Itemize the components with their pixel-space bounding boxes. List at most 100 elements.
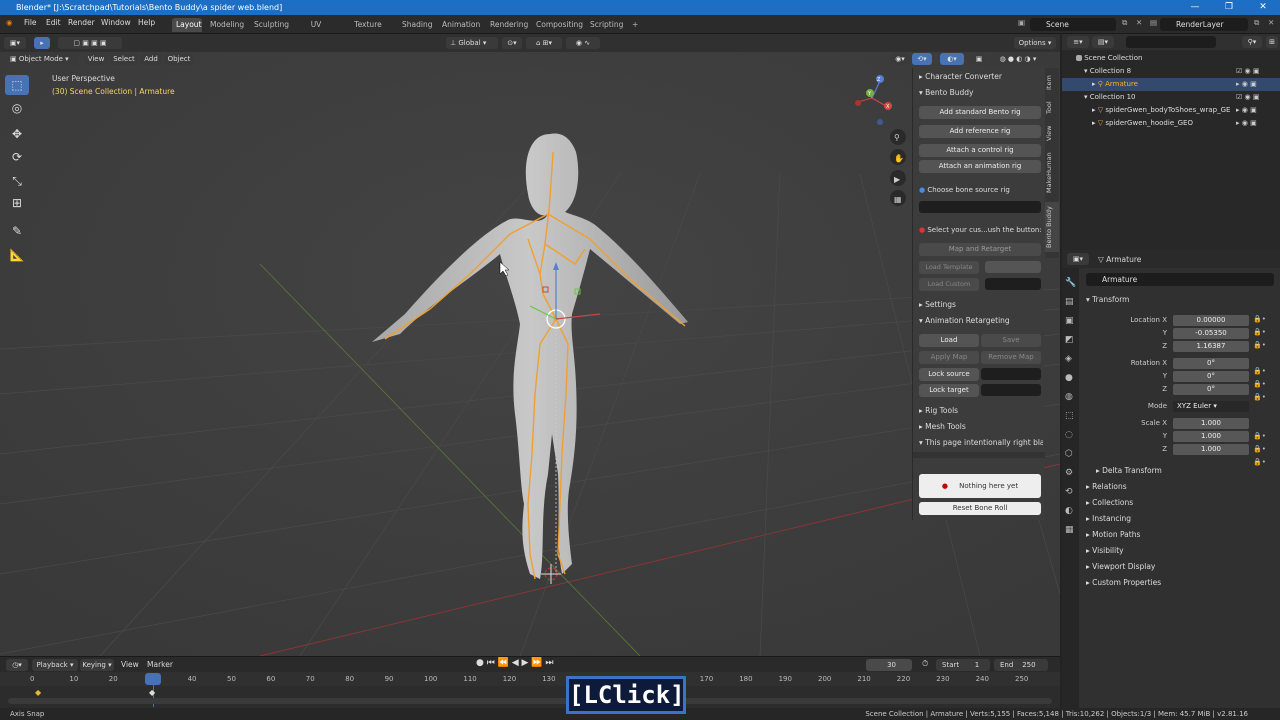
pan-hand-icon[interactable]: ✋ — [894, 153, 904, 163]
panel-relations[interactable]: ▸ Relations — [1086, 482, 1127, 491]
tab-bento-buddy[interactable]: Bento Buddy — [1045, 202, 1059, 252]
bone-source-field[interactable] — [919, 201, 1041, 213]
load-map-button[interactable]: Load — [919, 334, 979, 347]
ortho-grid-icon[interactable]: ▦ — [894, 195, 902, 204]
tab-makehuman[interactable]: MakeHuman — [1045, 148, 1059, 198]
3d-viewport[interactable]: Z X Y ⚲ ✋ ▶ ▦ — [0, 34, 1060, 656]
panel-collections[interactable]: ▸ Collections — [1086, 498, 1133, 507]
tab-item[interactable]: Item — [1045, 72, 1059, 94]
outliner-editor-icon[interactable]: ≡▾ — [1067, 36, 1089, 48]
attach-control-rig-button[interactable]: Attach a control rig — [919, 144, 1041, 157]
transform-orientation-select[interactable]: ⊥ Global ▾ — [446, 37, 498, 49]
new-collection-icon[interactable]: ⊞ — [1266, 36, 1278, 48]
outliner-row[interactable]: ▸ ▽ spiderGwen_hoodie_GEO — [1062, 117, 1212, 130]
reset-bone-roll-button[interactable]: Reset Bone Roll — [919, 502, 1041, 515]
panel-anim-retarget[interactable]: ▾ Animation Retargeting — [919, 316, 1010, 325]
tab-sculpting[interactable]: Sculpting — [250, 18, 290, 32]
visibility-icon[interactable]: ◉▾ — [890, 53, 910, 65]
menu-select[interactable]: Select — [110, 53, 138, 65]
panel-bento-buddy[interactable]: ▾ Bento Buddy — [919, 88, 973, 97]
tab-layout[interactable]: Layout — [172, 18, 202, 32]
scale-z-field[interactable]: 1.000 — [1173, 444, 1249, 455]
menu-render[interactable]: Render — [68, 18, 95, 27]
tab-view[interactable]: View — [1045, 122, 1059, 144]
lock-target-button[interactable]: Lock target — [919, 384, 979, 397]
editor-type-icon[interactable]: ▣▾ — [4, 37, 26, 49]
select-tool-icon[interactable]: ⬚ — [5, 75, 29, 95]
playhead[interactable] — [145, 673, 161, 685]
clock-icon[interactable]: ⏱ — [922, 659, 928, 669]
timeline-editor-icon[interactable]: ◷▾ — [6, 659, 28, 671]
playback-menu[interactable]: Playback ▾ — [32, 659, 78, 671]
gizmo-toggle-icon[interactable]: ⟲▾ — [912, 53, 932, 65]
camera-icon[interactable]: ▶ — [894, 175, 901, 184]
properties-tab-icons[interactable]: 🔧 ▤ ▣ ◩ ◈ ● ◍ ⬚ ◌ ⬡ ⚙ ⟲ ◐ ▦ — [1065, 274, 1076, 540]
load-custom-button[interactable]: Load Custom — [919, 278, 979, 291]
outliner-row[interactable]: Scene Collection — [1062, 52, 1280, 65]
properties-editor-icon[interactable]: ▣▾ — [1067, 253, 1089, 265]
add-reference-rig-button[interactable]: Add reference rig — [919, 125, 1041, 138]
panel-delta-transform[interactable]: ▸ Delta Transform — [1096, 466, 1162, 475]
maximize-button[interactable]: ❐ — [1212, 0, 1246, 15]
location-x-field[interactable]: 0.00000 — [1173, 315, 1249, 326]
menu-add[interactable]: Add — [140, 53, 162, 65]
measure-tool-icon[interactable]: 📐 — [5, 245, 29, 265]
tab-rendering[interactable]: Rendering — [486, 18, 528, 32]
timeline-scrollbar[interactable] — [8, 698, 1052, 704]
keying-menu[interactable]: Keying ▾ — [80, 659, 114, 671]
keyframe-icon[interactable]: ◆ — [35, 688, 41, 697]
location-y-field[interactable]: -0.05350 — [1173, 328, 1249, 339]
tab-modeling[interactable]: Modeling — [206, 18, 248, 32]
shading-mode-icons[interactable]: ◍ ● ◐ ◑ ▾ — [990, 53, 1046, 65]
visibility-toggles[interactable]: ☑ ◉ ▣ ▸ ◉ ▣ ☑ ◉ ▣ ▸ ◉ ▣ ▸ ◉ ▣ — [1236, 65, 1259, 130]
close-button[interactable]: ✕ — [1246, 0, 1280, 15]
save-map-button[interactable]: Save — [981, 334, 1041, 347]
add-workspace-button[interactable]: + — [628, 18, 642, 32]
end-frame-field[interactable]: End 250 — [994, 659, 1048, 671]
transform-panel[interactable]: ▾ Transform — [1086, 295, 1129, 304]
custom-field[interactable] — [985, 278, 1041, 290]
renderlayer-selector[interactable]: RenderLayer — [1160, 18, 1248, 31]
menu-view[interactable]: View — [84, 53, 108, 65]
outliner-row[interactable]: ▸ ▽ spiderGwen_bodyToShoes_wrap_GE — [1062, 104, 1238, 117]
panel-motion-paths[interactable]: ▸ Motion Paths — [1086, 530, 1140, 539]
add-standard-rig-button[interactable]: Add standard Bento rig — [919, 106, 1041, 119]
menu-edit[interactable]: Edit — [46, 18, 61, 27]
menu-window[interactable]: Window — [101, 18, 131, 27]
rotation-x-field[interactable]: 0° — [1173, 358, 1249, 369]
panel-mesh-tools[interactable]: ▸ Mesh Tools — [919, 422, 966, 431]
panel-viewport-display[interactable]: ▸ Viewport Display — [1086, 562, 1155, 571]
menu-object[interactable]: Object — [164, 53, 194, 65]
tab-texture-paint[interactable]: Texture Paint — [342, 18, 394, 43]
panel-settings[interactable]: ▸ Settings — [919, 300, 956, 309]
snap-icon[interactable]: ⌂ ⊞▾ — [526, 37, 562, 49]
pivot-icon[interactable]: ⊙▾ — [502, 37, 522, 49]
outliner-search-input[interactable] — [1126, 36, 1216, 48]
mode-select[interactable]: ▣ Object Mode ▾ — [6, 53, 78, 65]
display-mode-icon[interactable]: ▤▾ — [1092, 36, 1114, 48]
scale-y-field[interactable]: 1.000 — [1173, 431, 1249, 442]
tab-compositing[interactable]: Compositing — [532, 18, 583, 32]
options-button[interactable]: Options ▾ — [1014, 37, 1056, 49]
rotation-mode-select[interactable]: XYZ Euler ▾ — [1173, 401, 1249, 412]
attach-animation-rig-button[interactable]: Attach an animation rig — [919, 160, 1041, 173]
move-tool-icon[interactable]: ✥ — [5, 124, 29, 144]
panel-character-converter[interactable]: ▸ Character Converter — [919, 72, 1002, 81]
blender-logo-icon[interactable]: ◉ — [6, 18, 13, 27]
tab-shading[interactable]: Shading — [398, 18, 434, 32]
remove-map-button[interactable]: Remove Map — [981, 351, 1041, 364]
delete-scene-icon[interactable]: ✕ — [1136, 18, 1142, 27]
panel-custom-properties[interactable]: ▸ Custom Properties — [1086, 578, 1161, 587]
panel-visibility[interactable]: ▸ Visibility — [1086, 546, 1124, 555]
overlay-toggle-icon[interactable]: ◐▾ — [940, 53, 964, 65]
filter-icon[interactable]: ⚲▾ — [1242, 36, 1262, 48]
source-field[interactable] — [981, 368, 1041, 380]
current-frame-field[interactable]: 30 — [866, 659, 912, 671]
tab-uv-editing[interactable]: UV Editing — [294, 18, 338, 43]
rotation-z-field[interactable]: 0° — [1173, 384, 1249, 395]
proportional-edit-icon[interactable]: ◉ ∿ — [566, 37, 600, 49]
cursor-tool-icon[interactable]: ◎ — [5, 98, 29, 118]
transform-tool-icon[interactable]: ⊞ — [5, 193, 29, 213]
apply-map-button[interactable]: Apply Map — [919, 351, 979, 364]
rotate-tool-icon[interactable]: ⟳ — [5, 147, 29, 167]
